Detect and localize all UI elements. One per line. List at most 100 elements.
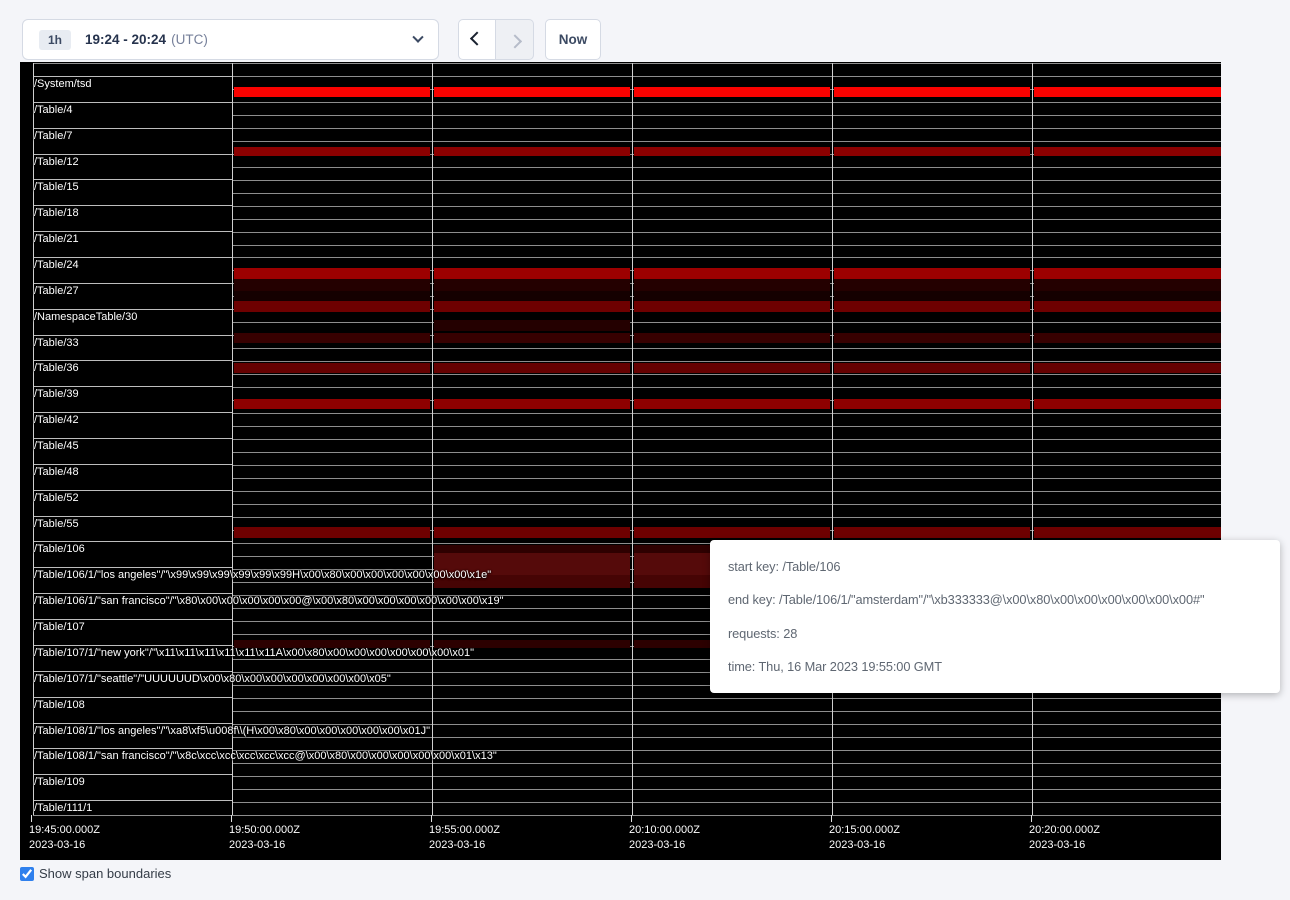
range-duration-badge: 1h: [39, 30, 71, 50]
heat-band[interactable]: [834, 268, 1030, 279]
axis-tick: [631, 815, 632, 822]
grid-line: [33, 671, 232, 672]
axis-time-label: 20:10:00.000Z: [629, 824, 700, 837]
heat-band[interactable]: [1034, 268, 1221, 279]
heat-band[interactable]: [434, 320, 630, 331]
grid-line: [232, 789, 1221, 790]
heat-band[interactable]: [234, 291, 430, 301]
heat-band[interactable]: [834, 333, 1030, 343]
heat-band[interactable]: [834, 301, 1030, 312]
heat-band[interactable]: [834, 87, 1030, 97]
span-label: /Table/21: [34, 233, 79, 245]
heat-band[interactable]: [234, 147, 430, 156]
grid-line: [33, 283, 232, 284]
heat-band[interactable]: [234, 399, 430, 409]
heat-band[interactable]: [434, 399, 630, 409]
show-span-boundaries-checkbox[interactable]: [20, 867, 34, 881]
show-span-boundaries[interactable]: Show span boundaries: [20, 866, 171, 881]
grid-line: [232, 245, 1221, 246]
heat-band[interactable]: [1034, 301, 1221, 312]
heat-band[interactable]: [634, 399, 830, 409]
heat-band[interactable]: [1034, 147, 1221, 156]
span-label: /Table/107/1/"new york"/"\x11\x11\x11\x1…: [34, 647, 474, 659]
heat-band[interactable]: [434, 333, 630, 343]
heat-band[interactable]: [434, 291, 630, 301]
heat-band[interactable]: [634, 291, 830, 301]
grid-line: [632, 63, 633, 815]
heat-band[interactable]: [634, 279, 830, 291]
heat-band[interactable]: [434, 147, 630, 156]
tooltip-start-key: start key: /Table/106: [728, 559, 1262, 574]
axis-date-label: 2023-03-16: [29, 839, 85, 852]
heat-band[interactable]: [234, 301, 430, 312]
keyvis-canvas[interactable]: /System/tsd/Table/4/Table/7/Table/12/Tab…: [20, 62, 1221, 860]
grid-line: [1032, 63, 1033, 815]
heat-band[interactable]: [834, 147, 1030, 156]
heat-band[interactable]: [234, 363, 430, 373]
span-label: /System/tsd: [34, 78, 91, 90]
span-label: /Table/33: [34, 337, 79, 349]
now-button[interactable]: Now: [545, 19, 601, 60]
grid-line: [232, 206, 1221, 207]
heat-band[interactable]: [834, 363, 1030, 373]
grid-line: [232, 193, 1221, 194]
grid-line: [33, 386, 232, 387]
heat-band[interactable]: [834, 527, 1030, 538]
grid-line: [232, 439, 1221, 440]
span-label: /Table/55: [34, 518, 79, 530]
heat-band[interactable]: [634, 301, 830, 312]
heat-band[interactable]: [234, 333, 430, 343]
heat-band[interactable]: [434, 545, 630, 553]
axis-time-label: 19:55:00.000Z: [429, 824, 500, 837]
heat-band[interactable]: [1034, 291, 1221, 301]
span-label: /Table/107/1/"seattle"/"UUUUUUD\x00\x80\…: [34, 673, 391, 685]
grid-line: [232, 711, 1221, 712]
grid-line: [33, 76, 232, 77]
prev-range-button[interactable]: [458, 19, 496, 60]
heat-band[interactable]: [434, 301, 630, 312]
heat-band[interactable]: [234, 268, 430, 279]
heat-band[interactable]: [1034, 333, 1221, 343]
grid-line: [33, 619, 232, 620]
heat-band[interactable]: [1034, 279, 1221, 291]
heat-band[interactable]: [1034, 527, 1221, 538]
heat-band[interactable]: [434, 279, 630, 291]
heat-band[interactable]: [634, 527, 830, 538]
span-label: /Table/107: [34, 621, 85, 633]
heat-band[interactable]: [634, 87, 830, 97]
heat-band[interactable]: [834, 279, 1030, 291]
heat-band[interactable]: [634, 147, 830, 156]
heat-band[interactable]: [434, 527, 630, 538]
heat-band[interactable]: [634, 268, 830, 279]
grid-line: [232, 232, 1221, 233]
heat-band[interactable]: [634, 363, 830, 373]
span-label: /Table/24: [34, 259, 79, 271]
axis-tick: [31, 815, 32, 822]
heat-band[interactable]: [434, 268, 630, 279]
grid-line: [232, 776, 1221, 777]
grid-line: [432, 63, 433, 815]
span-label: /Table/45: [34, 440, 79, 452]
heat-band[interactable]: [834, 399, 1030, 409]
heat-band[interactable]: [434, 87, 630, 97]
chevron-left-icon: [470, 31, 484, 45]
heat-band[interactable]: [1034, 399, 1221, 409]
heat-band[interactable]: [1034, 363, 1221, 373]
heat-band[interactable]: [834, 291, 1030, 301]
grid-line: [33, 309, 232, 310]
heat-band[interactable]: [234, 527, 430, 538]
grid-line: [33, 815, 1221, 816]
grid-line: [232, 698, 1221, 699]
grid-line: [232, 504, 1221, 505]
next-range-button[interactable]: [496, 19, 534, 60]
heat-band[interactable]: [1034, 87, 1221, 97]
heat-band[interactable]: [234, 87, 430, 97]
heat-band[interactable]: [434, 363, 630, 373]
time-range-selector[interactable]: 1h 19:24 - 20:24 (UTC): [22, 19, 439, 60]
grid-line: [33, 128, 232, 129]
grid-line: [232, 180, 1221, 181]
heat-band[interactable]: [234, 279, 430, 291]
heat-band[interactable]: [634, 333, 830, 343]
grid-line: [33, 102, 232, 103]
grid-line: [232, 426, 1221, 427]
